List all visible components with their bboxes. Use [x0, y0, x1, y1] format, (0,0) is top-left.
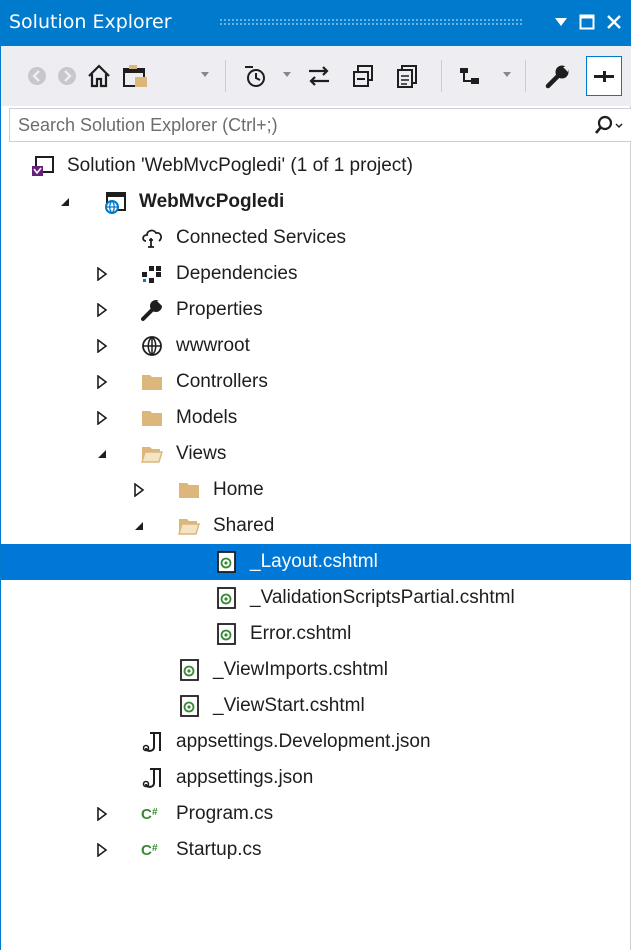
tree-item-label: Connected Services — [176, 227, 347, 248]
razor-file-icon — [214, 550, 238, 574]
collapsed-arrow-icon[interactable] — [131, 472, 147, 508]
tree-item[interactable]: _ValidationScriptsPartial.cshtml — [1, 580, 631, 616]
solution-explorer-window: Solution Explorer Search Solution Explor… — [0, 0, 631, 950]
tree-item-label: Views — [176, 443, 227, 464]
globe-icon — [140, 334, 164, 358]
collapsed-arrow-icon[interactable] — [94, 364, 110, 400]
tree-item-label: Error.cshtml — [250, 623, 352, 644]
razor-file-icon — [214, 622, 238, 646]
tree-item-label: _ViewImports.cshtml — [213, 659, 388, 680]
home-icon[interactable] — [83, 60, 115, 92]
tree-item[interactable]: Program.cs — [1, 796, 631, 832]
folder-icon — [140, 370, 164, 394]
wrench-icon — [140, 298, 164, 322]
tree-item-label: Shared — [213, 515, 275, 536]
razor-file-icon — [214, 586, 238, 610]
tree-item[interactable]: Properties — [1, 292, 631, 328]
sync-with-active-document-icon[interactable] — [303, 60, 335, 92]
tree-item-label: appsettings.Development.json — [176, 731, 431, 752]
pending-changes-dropdown-icon[interactable] — [283, 72, 291, 77]
search-box[interactable] — [9, 108, 631, 142]
tree-item-label: wwwroot — [176, 335, 250, 356]
toolbar-separator — [441, 60, 442, 92]
tree-item-label: Properties — [176, 299, 263, 320]
tree-item-label: _ValidationScriptsPartial.cshtml — [250, 587, 515, 608]
razor-file-icon — [177, 658, 201, 682]
tree-item[interactable]: _ViewImports.cshtml — [1, 652, 631, 688]
tree-item[interactable]: WebMvcPogledi — [1, 184, 631, 220]
tree-item-label: Controllers — [176, 371, 268, 392]
tree-item-label: Program.cs — [176, 803, 274, 824]
solution-icon — [31, 154, 55, 178]
tree-item-label: _Layout.cshtml — [250, 551, 378, 572]
tree-item-label: WebMvcPogledi — [139, 191, 285, 212]
toolbar-separator — [225, 60, 226, 92]
tree-item-label: Solution 'WebMvcPogledi' (1 of 1 project… — [67, 155, 413, 176]
collapsed-arrow-icon[interactable] — [94, 796, 110, 832]
tree-item[interactable]: Dependencies — [1, 256, 631, 292]
tree-item[interactable]: Home — [1, 472, 631, 508]
tree-item-label: Startup.cs — [176, 839, 262, 860]
json-file-icon — [140, 730, 164, 754]
tree-item[interactable]: appsettings.Development.json — [1, 724, 631, 760]
razor-file-icon — [177, 694, 201, 718]
tree-item-label: Models — [176, 407, 238, 428]
tree-item[interactable]: Startup.cs — [1, 832, 631, 868]
collapsed-arrow-icon[interactable] — [94, 256, 110, 292]
search-icon[interactable] — [592, 113, 624, 137]
preview-dropdown-icon[interactable] — [503, 72, 511, 77]
maximize-icon[interactable] — [575, 10, 599, 34]
folder-icon — [177, 478, 201, 502]
preview-selected-items-icon[interactable] — [455, 60, 489, 92]
tree-item[interactable]: wwwroot — [1, 328, 631, 364]
tree-item[interactable]: Controllers — [1, 364, 631, 400]
folder-open-icon — [177, 514, 201, 538]
tree-item[interactable]: Connected Services — [1, 220, 631, 256]
show-all-files-icon[interactable] — [391, 60, 423, 92]
title-bar-grip[interactable] — [219, 18, 523, 26]
window-title: Solution Explorer — [9, 11, 172, 33]
tree-item[interactable]: Views — [1, 436, 631, 472]
expanded-arrow-icon[interactable] — [131, 508, 147, 544]
tree-item-label: _ViewStart.cshtml — [213, 695, 365, 716]
folder-icon — [140, 406, 164, 430]
tree-item-label: appsettings.json — [176, 767, 314, 788]
collapse-all-icon[interactable] — [347, 60, 379, 92]
switch-views-icon[interactable] — [119, 60, 153, 92]
back-icon[interactable] — [23, 60, 51, 92]
tree-item[interactable]: Models — [1, 400, 631, 436]
expanded-arrow-icon[interactable] — [57, 184, 73, 220]
tree-item[interactable]: Error.cshtml — [1, 616, 631, 652]
forward-icon[interactable] — [53, 60, 81, 92]
collapsed-arrow-icon[interactable] — [94, 832, 110, 868]
wrench-icon[interactable] — [541, 60, 575, 92]
close-icon[interactable] — [602, 10, 626, 34]
csharp-file-icon — [140, 802, 164, 826]
tree-item[interactable]: _Layout.cshtml — [1, 544, 631, 580]
toolbar — [1, 46, 631, 106]
collapsed-arrow-icon[interactable] — [94, 292, 110, 328]
tree-item[interactable]: _ViewStart.cshtml — [1, 688, 631, 724]
folder-open-icon — [140, 442, 164, 466]
tree-item[interactable]: Shared — [1, 508, 631, 544]
collapsed-arrow-icon[interactable] — [94, 400, 110, 436]
switch-views-dropdown-icon[interactable] — [201, 72, 209, 77]
tree-item[interactable]: Solution 'WebMvcPogledi' (1 of 1 project… — [1, 148, 631, 184]
json-file-icon — [140, 766, 164, 790]
title-bar[interactable]: Solution Explorer — [1, 0, 631, 46]
web-project-icon — [103, 190, 127, 214]
toolbar-separator — [525, 60, 526, 92]
connected-services-icon — [140, 226, 164, 250]
pin-icon[interactable] — [586, 56, 622, 96]
tree-item-label: Home — [213, 479, 264, 500]
csharp-file-icon — [140, 838, 164, 862]
tree-item-label: Dependencies — [176, 263, 298, 284]
window-options-dropdown-icon[interactable] — [549, 10, 573, 34]
dependencies-icon — [140, 262, 164, 286]
search-input[interactable] — [18, 109, 578, 141]
collapsed-arrow-icon[interactable] — [94, 328, 110, 364]
tree-item[interactable]: appsettings.json — [1, 760, 631, 796]
pending-changes-filter-icon[interactable] — [239, 60, 273, 92]
expanded-arrow-icon[interactable] — [94, 436, 110, 472]
